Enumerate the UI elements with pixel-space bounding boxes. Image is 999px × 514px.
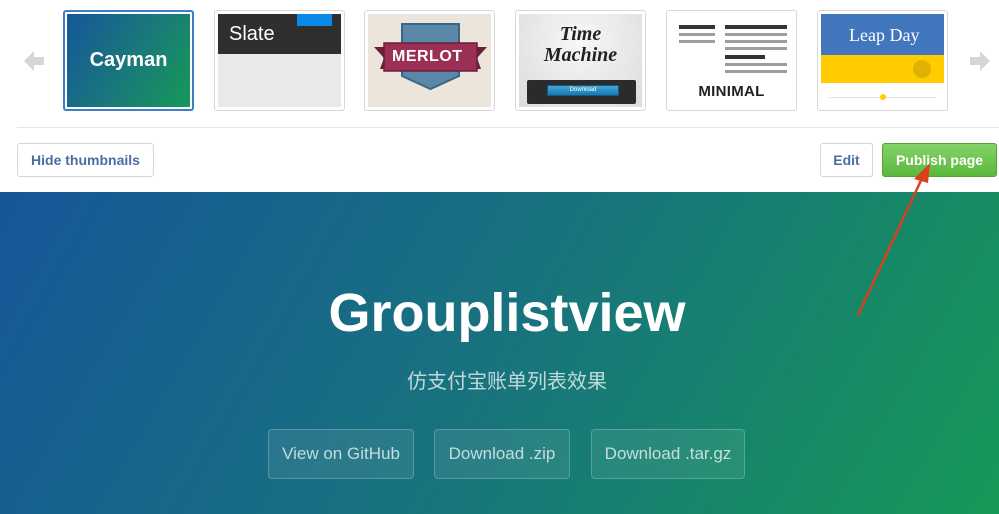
minimal-line — [725, 25, 787, 29]
minimal-line — [725, 40, 787, 43]
minimal-line — [725, 63, 787, 66]
hide-thumbnails-button[interactable]: Hide thumbnails — [17, 143, 154, 177]
publish-page-button[interactable]: Publish page — [882, 143, 997, 177]
next-theme-arrow-icon[interactable] — [968, 48, 992, 74]
theme-name-merlot: MERLOT — [392, 48, 463, 65]
slate-accent-tab — [297, 14, 332, 26]
minimal-preview: MINIMAL — [670, 14, 793, 107]
minimal-line — [679, 40, 715, 43]
cayman-preview: Cayman — [67, 14, 190, 107]
view-on-github-button[interactable]: View on GitHub — [268, 429, 414, 479]
theme-thumb-leap-day[interactable]: Leap Day — [817, 10, 948, 111]
leap-day-preview: Leap Day — [821, 14, 944, 107]
time-machine-download-button: Download — [547, 85, 619, 96]
theme-name-cayman: Cayman — [89, 49, 168, 71]
time-machine-line2: Machine — [543, 44, 618, 66]
theme-name-minimal: MINIMAL — [698, 83, 765, 100]
minimal-line — [679, 25, 715, 29]
minimal-line — [725, 33, 787, 36]
edit-button[interactable]: Edit — [820, 143, 873, 177]
leap-day-dot — [880, 94, 886, 100]
time-machine-line1: Time — [559, 23, 602, 45]
theme-thumb-minimal[interactable]: MINIMAL — [666, 10, 797, 111]
theme-chooser: Cayman Slate MERLOT Time Machine Downloa… — [0, 0, 999, 192]
project-title: Grouplistview — [328, 283, 686, 343]
theme-thumb-cayman[interactable]: Cayman — [63, 10, 194, 111]
time-machine-preview: Time Machine Download — [519, 14, 642, 107]
github-octocat-icon — [913, 60, 931, 78]
minimal-line — [725, 47, 787, 50]
theme-thumb-time-machine[interactable]: Time Machine Download — [515, 10, 646, 111]
minimal-line — [725, 70, 787, 73]
merlot-preview: MERLOT — [368, 14, 491, 107]
download-targz-button[interactable]: Download .tar.gz — [591, 429, 745, 479]
project-tagline: 仿支付宝账单列表效果 — [407, 371, 607, 393]
time-machine-title: Time Machine — [519, 24, 642, 66]
download-zip-button[interactable]: Download .zip — [434, 429, 570, 479]
previous-theme-arrow-icon[interactable] — [22, 48, 46, 74]
minimal-line — [679, 33, 715, 36]
theme-thumb-slate[interactable]: Slate — [214, 10, 345, 111]
theme-name-slate: Slate — [229, 23, 275, 45]
slate-preview: Slate — [218, 14, 341, 107]
chooser-divider — [17, 127, 999, 128]
theme-thumb-merlot[interactable]: MERLOT — [364, 10, 495, 111]
minimal-line — [725, 55, 765, 59]
theme-name-leap-day: Leap Day — [849, 25, 920, 45]
